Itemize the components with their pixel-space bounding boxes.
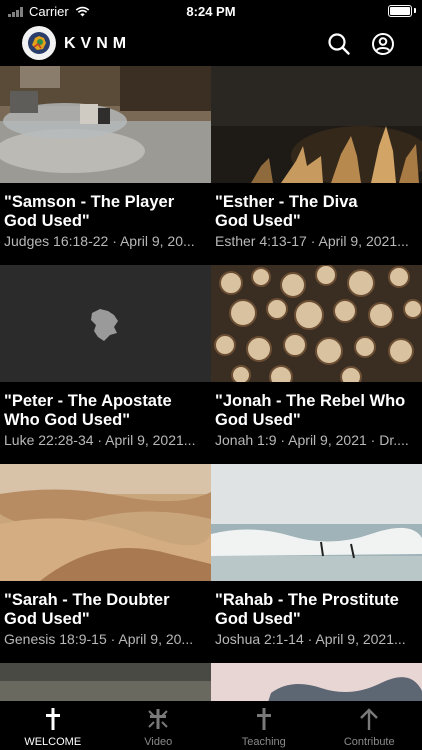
tab-video[interactable]: Video: [106, 701, 212, 750]
sermon-thumbnail: [211, 265, 422, 382]
sermon-card[interactable]: [211, 663, 422, 701]
sermon-meta: Judges 16:18-22 · April 9, 20...: [4, 233, 195, 249]
status-time: 8:24 PM: [186, 4, 236, 19]
sermon-title: "Esther - The Diva God Used": [215, 193, 358, 230]
account-icon[interactable]: [371, 32, 395, 56]
status-bar: Carrier 8:24 PM: [0, 0, 422, 22]
sermon-meta: Genesis 18:9-15 · April 9, 20...: [4, 631, 194, 647]
sermon-card[interactable]: [0, 663, 211, 701]
sermon-card[interactable]: "Peter - The Apostate Who God Used" Luke…: [0, 265, 211, 448]
sermon-title: "Jonah - The Rebel Who God Used": [215, 392, 406, 429]
tab-label: WELCOME: [24, 736, 82, 748]
beach-image: [211, 464, 422, 581]
placeholder-lion-icon: [91, 309, 118, 341]
sermon-card[interactable]: "Rahab - The Prostitute God Used" Joshua…: [211, 464, 422, 647]
sermon-card[interactable]: "Esther - The Diva God Used" Esther 4:13…: [211, 66, 422, 249]
sermon-title: "Sarah - The Doubter God Used": [4, 591, 170, 628]
sermon-title: "Samson - The Player God Used": [4, 193, 175, 230]
sermon-thumbnail: [211, 464, 422, 581]
video-icon: [148, 709, 168, 729]
app-header: KVNM: [0, 22, 422, 66]
tab-welcome[interactable]: WELCOME: [0, 701, 106, 750]
sermon-card[interactable]: "Samson - The Player God Used" Judges 16…: [0, 66, 211, 249]
desert-image: [0, 464, 211, 581]
lion-logo-icon: [28, 32, 50, 54]
sermon-meta: Joshua 2:1-14 · April 9, 2021...: [215, 631, 406, 647]
sermon-card[interactable]: "Jonah - The Rebel Who God Used" Jonah 1…: [211, 265, 422, 448]
battery-icon: [388, 5, 412, 17]
tab-label: Contribute: [343, 736, 395, 748]
sermon-thumbnail: [0, 265, 211, 382]
sermon-title: "Peter - The Apostate Who God Used": [4, 392, 172, 429]
arrow-up-icon: [360, 708, 379, 730]
sermon-title: "Rahab - The Prostitute God Used": [215, 591, 399, 628]
search-icon[interactable]: [327, 32, 351, 56]
sermon-thumbnail: [0, 66, 211, 183]
sermon-thumbnail: [0, 663, 211, 701]
worship-hands-image: [211, 66, 422, 183]
cross-icon: [45, 708, 60, 730]
tab-bar: WELCOME Video Teaching Contribute: [0, 701, 422, 750]
sermon-card[interactable]: "Sarah - The Doubter God Used" Genesis 1…: [0, 464, 211, 647]
cross-icon: [256, 708, 271, 730]
church-logo[interactable]: [22, 26, 56, 60]
tab-label: Video: [144, 736, 173, 748]
sermon-thumbnail: [0, 464, 211, 581]
app-brand: KVNM: [64, 35, 132, 52]
sermon-thumbnail: [211, 663, 422, 701]
tab-label: Teaching: [241, 736, 286, 748]
blurred-image: [0, 663, 211, 701]
sky-image: [211, 663, 422, 701]
sermon-meta: Luke 22:28-34 · April 9, 2021...: [4, 432, 196, 448]
sermon-grid: "Samson - The Player God Used" Judges 16…: [0, 66, 422, 701]
tab-contribute[interactable]: Contribute: [317, 701, 422, 750]
logs-image: [211, 265, 422, 382]
living-room-image: [0, 66, 211, 183]
sermon-thumbnail: [211, 66, 422, 183]
sermon-meta: Jonah 1:9 · April 9, 2021 · Dr....: [215, 432, 409, 448]
sermon-meta: Esther 4:13-17 · April 9, 2021...: [215, 233, 409, 249]
tab-teaching[interactable]: Teaching: [211, 701, 317, 750]
